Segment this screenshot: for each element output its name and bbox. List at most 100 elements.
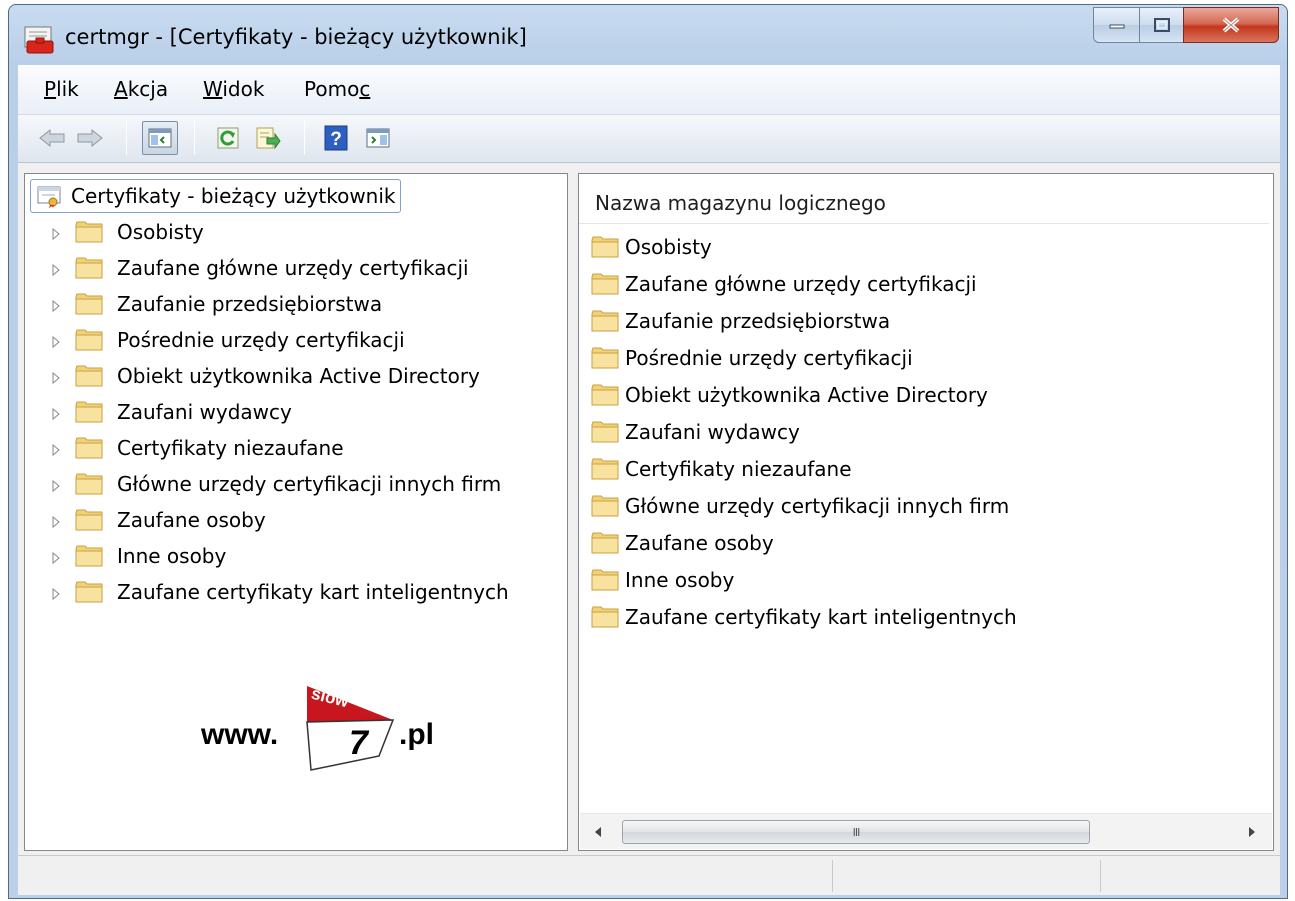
tree-root-label: Certyfikaty - bieżący użytkownik — [71, 184, 396, 208]
list-item-label: Zaufane osoby — [625, 531, 774, 555]
list-item-osobisty[interactable]: Osobisty — [591, 230, 712, 264]
folder-icon — [75, 545, 103, 567]
list-item-posrednie[interactable]: Pośrednie urzędy certyfikacji — [591, 341, 913, 375]
tree-item-label: Certyfikaty niezaufane — [117, 436, 344, 460]
list-item-zaufani-wydawcy[interactable]: Zaufani wydawcy — [591, 415, 800, 449]
tree-item-niezaufane[interactable]: Certyfikaty niezaufane — [47, 431, 344, 465]
expand-arrow-icon[interactable] — [47, 407, 65, 421]
logo-seven: 7 — [349, 724, 368, 762]
list-item-label: Główne urzędy certyfikacji innych firm — [625, 494, 1010, 518]
folder-icon — [591, 569, 619, 591]
refresh-button[interactable] — [214, 124, 242, 152]
column-header-label: Nazwa magazynu logicznego — [595, 190, 886, 215]
list-item-zaufanie-przedsiebiorstwa[interactable]: Zaufanie przedsiębiorstwa — [591, 304, 890, 338]
export-list-button[interactable] — [254, 124, 282, 152]
folder-icon — [75, 221, 103, 243]
forward-button[interactable] — [76, 124, 104, 152]
folder-icon — [591, 273, 619, 295]
certmgr-app-icon — [24, 26, 54, 54]
expand-arrow-icon[interactable] — [47, 263, 65, 277]
window-controls — [1093, 7, 1279, 43]
close-button[interactable] — [1183, 7, 1279, 43]
menu-pomoc[interactable]: Pomoc — [304, 77, 370, 101]
expand-arrow-icon[interactable] — [47, 227, 65, 241]
maximize-icon — [1153, 18, 1170, 32]
tree-item-osobisty[interactable]: Osobisty — [47, 215, 204, 249]
expand-arrow-icon[interactable] — [47, 515, 65, 529]
tree-item-inne-osoby[interactable]: Inne osoby — [47, 539, 226, 573]
toolbar-separator — [194, 121, 195, 155]
status-separator — [1100, 860, 1101, 892]
tree-item-innych-firm[interactable]: Główne urzędy certyfikacji innych firm — [47, 467, 501, 501]
expand-arrow-icon[interactable] — [47, 443, 65, 457]
expand-arrow-icon[interactable] — [47, 479, 65, 493]
expand-arrow-icon[interactable] — [47, 551, 65, 565]
expand-arrow-icon[interactable] — [47, 587, 65, 601]
folder-icon — [75, 365, 103, 387]
folder-icon — [75, 293, 103, 315]
show-hide-console-tree-button[interactable] — [142, 121, 178, 155]
folder-icon — [75, 437, 103, 459]
tree-item-karty-inteligentne[interactable]: Zaufane certyfikaty kart inteligentnych — [47, 575, 509, 609]
tree-item-zaufani-wydawcy[interactable]: Zaufani wydawcy — [47, 395, 292, 429]
tree-item-label: Zaufane główne urzędy certyfikacji — [117, 256, 469, 280]
expand-arrow-icon[interactable] — [47, 335, 65, 349]
app-window: certmgr - [Certyfikaty - bieżący użytkow… — [8, 4, 1288, 899]
help-button[interactable]: ? — [322, 124, 350, 152]
list-item-label: Pośrednie urzędy certyfikacji — [625, 346, 913, 370]
title-bar[interactable]: certmgr - [Certyfikaty - bieżący użytkow… — [9, 5, 1287, 65]
folder-icon — [591, 236, 619, 258]
list-item-niezaufane[interactable]: Certyfikaty niezaufane — [591, 452, 852, 486]
tree-item-zaufane-osoby[interactable]: Zaufane osoby — [47, 503, 266, 537]
scrollbar-grip: III — [852, 825, 861, 839]
maximize-button[interactable] — [1139, 7, 1183, 43]
scroll-right-arrow-icon[interactable] — [1242, 822, 1262, 842]
result-list-pane[interactable]: Nazwa magazynu logicznego Osobisty Zaufa… — [578, 173, 1274, 851]
minimize-button[interactable] — [1093, 7, 1139, 43]
back-button[interactable] — [38, 124, 66, 152]
expand-arrow-icon[interactable] — [47, 371, 65, 385]
help-icon: ? — [324, 125, 348, 151]
menu-akcja[interactable]: Akcja — [114, 77, 168, 101]
menu-plik[interactable]: Plik — [44, 77, 79, 101]
list-item-karty-inteligentne[interactable]: Zaufane certyfikaty kart inteligentnych — [591, 600, 1017, 634]
folder-icon — [591, 458, 619, 480]
list-item-label: Zaufanie przedsiębiorstwa — [625, 309, 891, 333]
minimize-icon — [1109, 24, 1124, 29]
toolbar-separator — [304, 121, 305, 155]
scroll-left-arrow-icon[interactable] — [588, 822, 608, 842]
svg-text:?: ? — [330, 129, 342, 150]
list-item-zaufane-osoby[interactable]: Zaufane osoby — [591, 526, 774, 560]
list-item-inne-osoby[interactable]: Inne osoby — [591, 563, 734, 597]
toolbar-separator — [126, 121, 127, 155]
show-hide-action-pane-button[interactable] — [364, 124, 392, 152]
expand-arrow-icon[interactable] — [47, 299, 65, 313]
tree-item-label: Pośrednie urzędy certyfikacji — [117, 328, 405, 352]
folder-icon — [75, 473, 103, 495]
tree-item-zaufane-glowne[interactable]: Zaufane główne urzędy certyfikacji — [47, 251, 469, 285]
list-item-zaufane-glowne[interactable]: Zaufane główne urzędy certyfikacji — [591, 267, 977, 301]
list-item-innych-firm[interactable]: Główne urzędy certyfikacji innych firm — [591, 489, 1009, 523]
close-icon — [1222, 17, 1240, 33]
scrollbar-thumb[interactable]: III — [622, 820, 1090, 844]
menu-widok[interactable]: Widok — [203, 77, 264, 101]
list-item-label: Zaufane certyfikaty kart inteligentnych — [625, 605, 1017, 629]
export-list-icon — [256, 127, 281, 150]
tree-item-posrednie[interactable]: Pośrednie urzędy certyfikacji — [47, 323, 405, 357]
console-tree-pane[interactable]: Certyfikaty - bieżący użytkownik Osobist… — [24, 173, 568, 851]
tree-root-item[interactable]: Certyfikaty - bieżący użytkownik — [30, 179, 401, 213]
list-item-label: Zaufani wydawcy — [625, 420, 800, 444]
folder-icon — [75, 509, 103, 531]
logo-www: www. — [201, 718, 279, 751]
list-item-active-directory[interactable]: Obiekt użytkownika Active Directory — [591, 378, 988, 412]
forward-arrow-icon — [77, 128, 103, 148]
tree-item-active-directory[interactable]: Obiekt użytkownika Active Directory — [47, 359, 480, 393]
tree-item-zaufanie-przedsiebiorstwa[interactable]: Zaufanie przedsiębiorstwa — [47, 287, 382, 321]
window-title: certmgr - [Certyfikaty - bieżący użytkow… — [65, 25, 527, 49]
logo-pl: .pl — [399, 718, 434, 751]
horizontal-scrollbar[interactable]: III — [580, 813, 1272, 849]
toolbar: ? — [18, 115, 1280, 163]
column-header-name[interactable]: Nazwa magazynu logicznego — [579, 182, 1269, 224]
show-hide-console-tree-icon — [148, 128, 172, 148]
folder-icon — [75, 581, 103, 603]
